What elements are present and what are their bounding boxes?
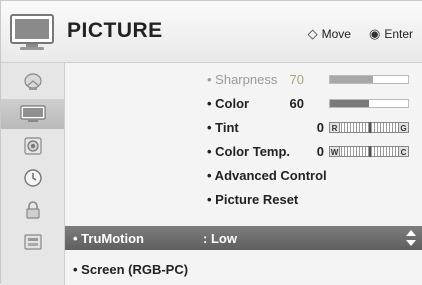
menu-sidebar xyxy=(1,63,65,285)
sidebar-item-input[interactable] xyxy=(1,227,64,257)
sharpness-slider-fill xyxy=(330,76,373,83)
menu-row-advanced-control[interactable]: • Advanced Control xyxy=(65,163,422,187)
trumotion-label: • TruMotion xyxy=(73,231,144,246)
sharpness-slider[interactable] xyxy=(329,75,409,84)
menu-row-sharpness[interactable]: • Sharpness 70 xyxy=(65,67,422,91)
menu-row-tint[interactable]: • Tint 0 R G xyxy=(65,115,422,139)
menu-row-color-temp[interactable]: • Color Temp. 0 W C xyxy=(65,139,422,163)
sidebar-item-channel[interactable] xyxy=(1,67,64,97)
tint-balance-slider[interactable]: R G xyxy=(329,122,409,133)
sharpness-label: • Sharpness xyxy=(207,72,278,87)
page-title: PICTURE xyxy=(67,19,163,42)
color-temp-balance-slider[interactable]: W C xyxy=(329,146,409,157)
menu-row-screen[interactable]: • Screen (RGB-PC) xyxy=(65,257,422,281)
sidebar-item-time[interactable] xyxy=(1,163,64,193)
color-temp-label: • Color Temp. xyxy=(207,144,291,159)
advanced-control-label: • Advanced Control xyxy=(207,168,327,183)
picture-reset-label: • Picture Reset xyxy=(207,192,299,207)
lock-icon xyxy=(25,201,40,219)
color-label: • Color xyxy=(207,96,250,111)
color-temp-value: 0 xyxy=(316,144,324,159)
menu-row-trumotion[interactable]: • TruMotion : Low xyxy=(65,226,422,250)
sharpness-value: 70 xyxy=(289,72,304,87)
color-temp-left-marker: W xyxy=(329,146,340,157)
move-icon: ◇ xyxy=(307,26,318,41)
enter-hint-label: Enter xyxy=(384,27,413,41)
speaker-icon xyxy=(23,137,42,155)
enter-icon: ◉ xyxy=(368,26,381,41)
tint-left-marker: R xyxy=(329,122,340,133)
tint-value: 0 xyxy=(316,120,324,135)
tint-label: • Tint xyxy=(207,120,239,135)
tv-screen-icon xyxy=(9,11,55,53)
move-hint-label: Move xyxy=(321,27,351,41)
menu-header: PICTURE ◇ Move ◉ Enter xyxy=(1,1,422,63)
sidebar-item-audio[interactable] xyxy=(1,131,64,161)
screen-label: • Screen (RGB-PC) xyxy=(73,262,189,277)
sidebar-item-lock[interactable] xyxy=(1,195,64,225)
menu-row-picture-reset[interactable]: • Picture Reset xyxy=(65,187,422,211)
nav-hints: ◇ Move ◉ Enter xyxy=(308,26,413,42)
sidebar-item-picture[interactable] xyxy=(1,99,64,129)
up-down-arrows-icon[interactable] xyxy=(405,229,417,247)
menu-row-color[interactable]: • Color 60 xyxy=(65,91,422,115)
color-value: 60 xyxy=(289,96,304,111)
clock-icon xyxy=(23,169,42,187)
input-icon xyxy=(23,234,42,250)
color-temp-right-marker: C xyxy=(398,146,409,157)
color-slider[interactable] xyxy=(329,99,409,108)
color-slider-fill xyxy=(330,100,369,107)
satellite-dish-icon xyxy=(23,73,42,90)
picture-icon xyxy=(19,105,46,122)
trumotion-value: : Low xyxy=(203,231,237,246)
menu-content: • Sharpness 70 • Color 60 • Tint 0 R G •… xyxy=(65,63,422,285)
picture-menu: PICTURE ◇ Move ◉ Enter • Sharpness 70 • … xyxy=(0,0,422,285)
tint-right-marker: G xyxy=(398,122,409,133)
